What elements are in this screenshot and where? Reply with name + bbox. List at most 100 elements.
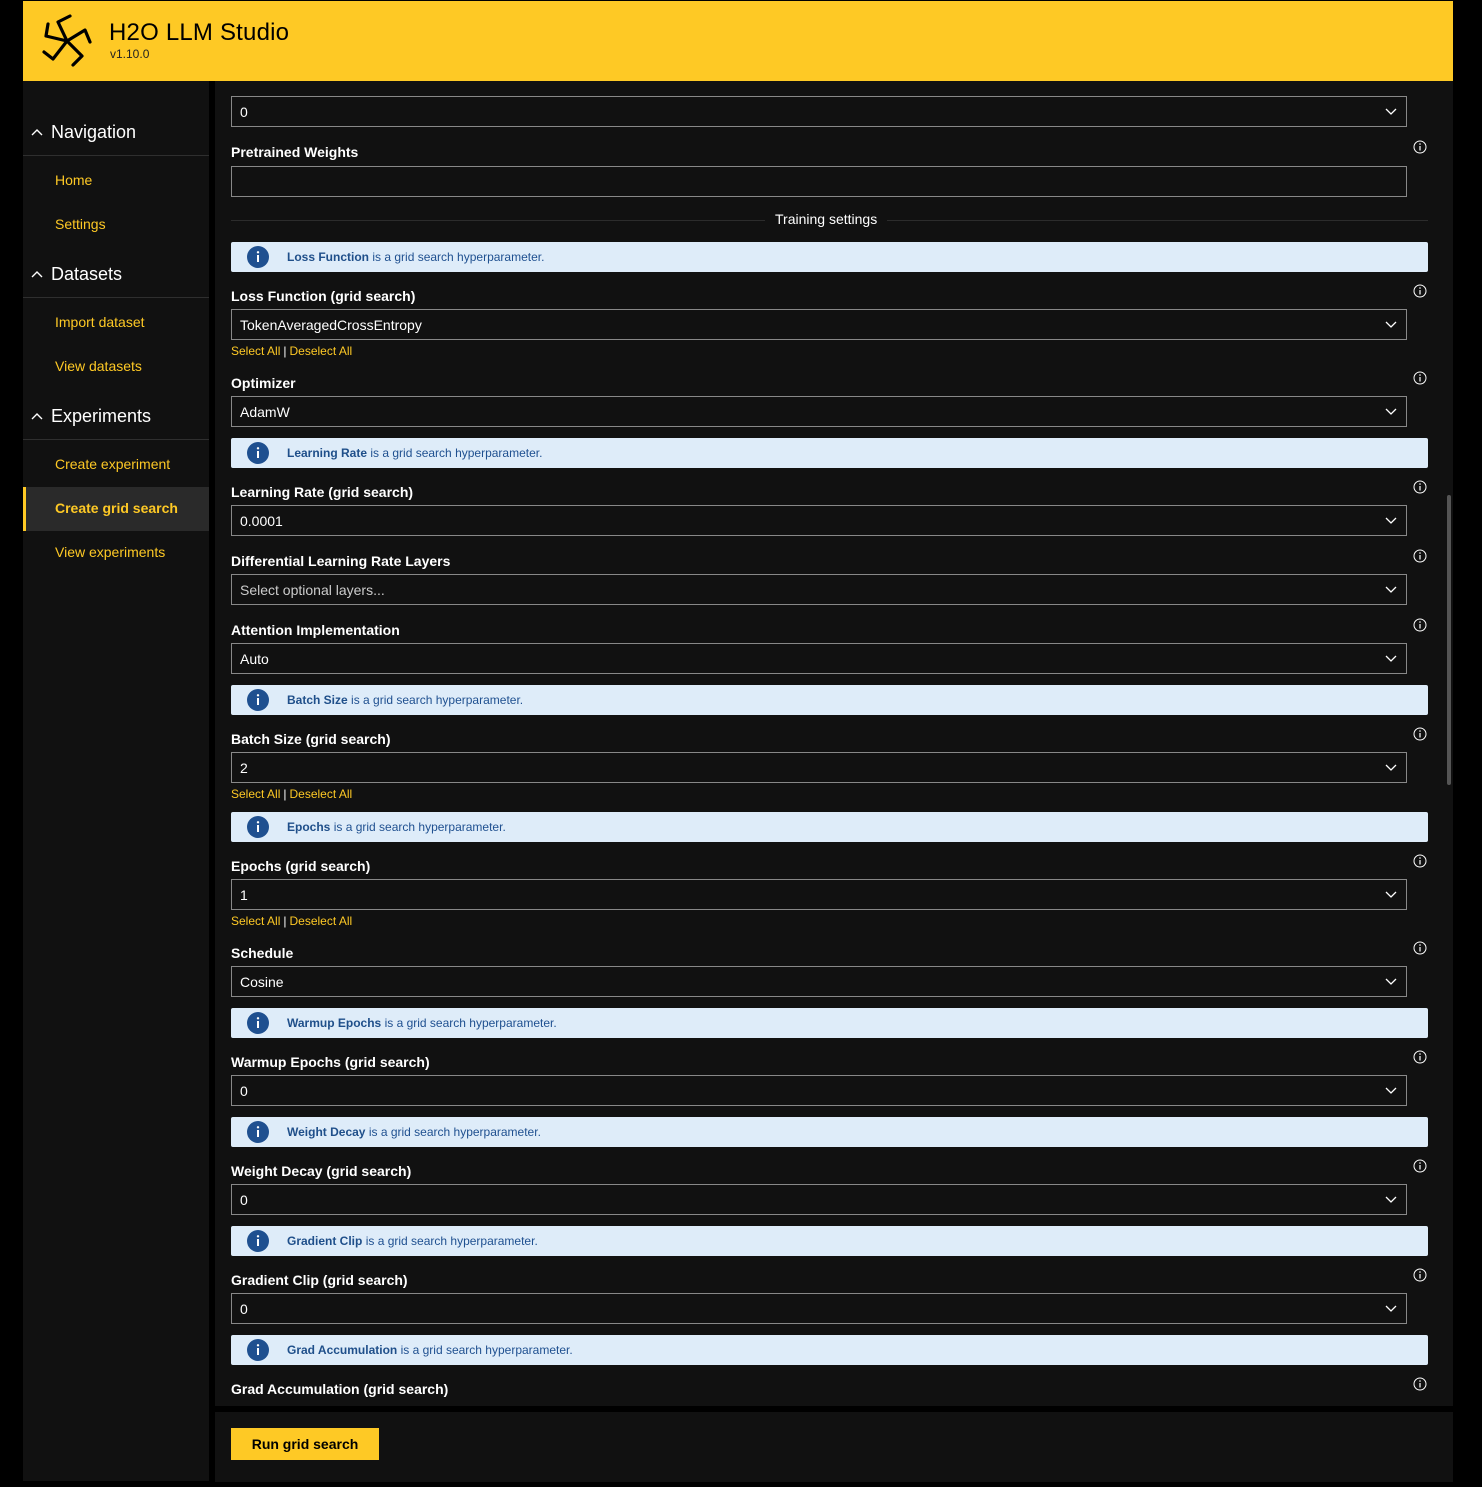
sidebar-group-header-experiments[interactable]: Experiments [23,395,209,440]
hyperparameter-name: Learning Rate [287,446,368,460]
info-icon[interactable] [1413,1268,1427,1282]
chevron-down-icon [1385,408,1397,415]
info-icon[interactable] [1413,1159,1427,1173]
info-suffix: is a grid search hyperparameter. [368,1125,541,1139]
info-bar-message: Epochs is a grid search hyperparameter. [287,820,506,834]
run-grid-search-button[interactable]: Run grid search [231,1428,379,1460]
hyperparameter-name: Gradient Clip [287,1234,363,1248]
info-icon[interactable] [1413,284,1427,298]
info-bar-message: Loss Function is a grid search hyperpara… [287,250,544,264]
info-icon[interactable] [1413,727,1427,741]
info-circle-icon [247,442,269,464]
info-suffix: is a grid search hyperparameter. [351,693,524,707]
hyperparameter-name: Weight Decay [287,1125,366,1139]
field-select[interactable]: 0 [231,1293,1407,1324]
info-circle-icon [247,689,269,711]
select-all-link[interactable]: Select All [231,787,280,801]
sidebar-item-home[interactable]: Home [23,159,209,203]
sidebar-item-settings[interactable]: Settings [23,203,209,247]
hyperparameter-name: Warmup Epochs [287,1016,382,1030]
info-bar-message: Batch Size is a grid search hyperparamet… [287,693,523,707]
info-suffix: is a grid search hyperparameter. [333,820,506,834]
info-circle-icon [247,816,269,838]
field-label: Schedule [231,945,294,961]
field-select[interactable]: 2 [231,752,1407,783]
info-icon[interactable] [1413,480,1427,494]
sidebar-item-view-datasets[interactable]: View datasets [23,345,209,389]
app-title: H2O LLM Studio [109,19,290,46]
select-all-link[interactable]: Select All [231,344,280,358]
info-icon[interactable] [1413,618,1427,632]
chevron-down-icon [1385,1305,1397,1312]
info-bar-message: Warmup Epochs is a grid search hyperpara… [287,1016,557,1030]
info-icon[interactable] [1413,371,1427,385]
sidebar-item-label: Import dataset [55,314,145,330]
field-label: Attention Implementation [231,622,400,638]
sidebar: Navigation Home Settings Datasets Import… [23,81,209,1481]
field-select[interactable]: TokenAveragedCrossEntropy [231,309,1407,340]
sidebar-item-label: Settings [55,216,106,232]
section-title-training-settings: Training settings [765,211,888,227]
grid-search-info-bar: Gradient Clip is a grid search hyperpara… [231,1226,1428,1256]
field-select[interactable]: Cosine [231,966,1407,997]
field-label: Optimizer [231,375,296,391]
info-suffix: is a grid search hyperparameter. [400,1343,573,1357]
info-suffix: is a grid search hyperparameter. [370,446,543,460]
field-label: Warmup Epochs (grid search) [231,1054,430,1070]
sidebar-item-import-dataset[interactable]: Import dataset [23,301,209,345]
chevron-down-icon [1385,108,1397,115]
info-icon[interactable] [1413,854,1427,868]
app-version: v1.10.0 [110,47,150,61]
header: H2O LLM Studio v1.10.0 [23,1,1453,81]
pretrained-weights-input[interactable] [231,166,1407,197]
sidebar-group-label: Experiments [51,406,152,426]
info-icon[interactable] [1413,1377,1427,1391]
chevron-up-icon [31,413,43,420]
main-scrollbar[interactable] [1445,90,1453,1398]
select-all-link[interactable]: Select All [231,914,280,928]
chevron-down-icon [1385,321,1397,328]
field-label: Batch Size (grid search) [231,731,391,747]
field-label: Grad Accumulation (grid search) [231,1381,449,1397]
sidebar-item-label: Home [55,172,93,188]
info-icon[interactable] [1413,941,1427,955]
sidebar-item-create-grid-search[interactable]: Create grid search [23,487,209,531]
info-circle-icon [247,1121,269,1143]
sidebar-group-header-datasets[interactable]: Datasets [23,253,209,298]
info-icon[interactable] [1413,140,1427,154]
info-icon[interactable] [1413,1050,1427,1064]
chevron-down-icon [1385,1196,1397,1203]
field-select[interactable]: Select optional layers... [231,574,1407,605]
field-select[interactable]: AdamW [231,396,1407,427]
field-label: Gradient Clip (grid search) [231,1272,408,1288]
top-select[interactable]: 0 [231,96,1407,127]
chevron-down-icon [1385,764,1397,771]
info-bar-message: Grad Accumulation is a grid search hyper… [287,1343,573,1357]
sidebar-item-create-experiment[interactable]: Create experiment [23,443,209,487]
select-value: 0 [240,1301,248,1317]
info-icon[interactable] [1413,549,1427,563]
sidebar-group-header-navigation[interactable]: Navigation [23,111,209,156]
sidebar-group-experiments: Experiments [23,395,209,440]
field-label: Weight Decay (grid search) [231,1163,412,1179]
hyperparameter-name: Epochs [287,820,331,834]
grid-search-info-bar: Weight Decay is a grid search hyperparam… [231,1117,1428,1147]
field-label: Loss Function (grid search) [231,288,416,304]
info-suffix: is a grid search hyperparameter. [384,1016,557,1030]
field-select[interactable]: 0 [231,1075,1407,1106]
field-select[interactable]: Auto [231,643,1407,674]
deselect-all-link[interactable]: Deselect All [289,787,352,801]
sidebar-item-label: View experiments [55,544,166,560]
select-value: 1 [240,887,248,903]
field-select[interactable]: 0 [231,1184,1407,1215]
deselect-all-link[interactable]: Deselect All [289,914,352,928]
deselect-all-link[interactable]: Deselect All [289,344,352,358]
field-select[interactable]: 1 [231,879,1407,910]
select-value: Auto [240,651,269,667]
chevron-down-icon [1385,517,1397,524]
scrollbar-thumb[interactable] [1447,495,1451,785]
sidebar-item-view-experiments[interactable]: View experiments [23,531,209,575]
field-select[interactable]: 0.0001 [231,505,1407,536]
chevron-down-icon [1385,1087,1397,1094]
info-circle-icon [247,1230,269,1252]
